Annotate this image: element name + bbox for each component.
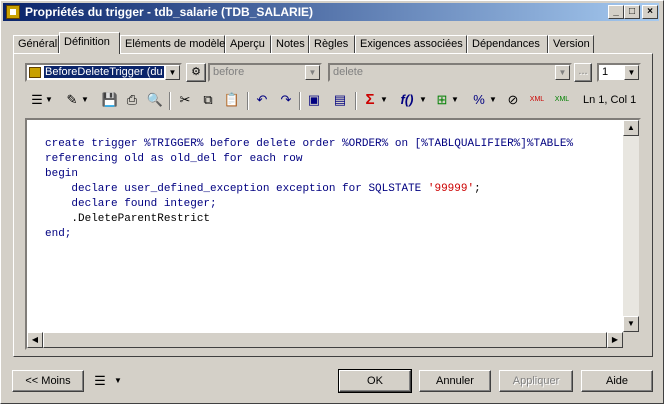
horizontal-scroll-thumb[interactable] [43, 332, 607, 348]
template-properties-icon: ⚙ [191, 66, 201, 78]
redo-icon[interactable]: ↷ [277, 91, 295, 109]
scroll-down-icon[interactable]: ▼ [623, 316, 639, 332]
code-line: declare user_defined_exception exception… [45, 182, 573, 197]
close-button[interactable]: × [642, 5, 658, 19]
variables-icon[interactable]: ⊞ [433, 91, 451, 109]
toolbar-separator [355, 92, 357, 110]
tab-model-elements[interactable]: Eléments de modèle [120, 35, 225, 53]
refresh-editor-icon[interactable]: ▤ [331, 91, 349, 109]
toolbar-separator [169, 92, 171, 110]
order-value: 1 [602, 66, 609, 78]
open-editor-icon[interactable]: ▣ [305, 91, 323, 109]
scroll-corner [623, 332, 639, 348]
scroll-up-icon[interactable]: ▲ [623, 120, 639, 136]
sum-function-icon[interactable]: Σ [361, 91, 379, 109]
apply-button[interactable]: Appliquer [499, 370, 573, 392]
function-icon[interactable]: f() [397, 91, 417, 109]
print-icon[interactable]: ⎙ [123, 91, 141, 109]
time-combo[interactable]: before ▼ [208, 63, 322, 82]
vertical-scrollbar[interactable]: ▲ ▼ [623, 120, 639, 332]
tab-general[interactable]: Général [13, 35, 59, 53]
template-value: BeforeDeleteTrigger (du [44, 66, 164, 78]
chevron-down-icon[interactable]: ▼ [489, 91, 497, 109]
scroll-right-icon[interactable]: ▶ [607, 332, 623, 348]
help-button[interactable]: Aide [581, 370, 653, 392]
chevron-down-icon[interactable]: ▼ [380, 91, 388, 109]
code-line: begin [45, 168, 79, 180]
maximize-button[interactable]: □ [624, 5, 640, 19]
code-token: declare user_defined_exception exception… [45, 183, 428, 195]
time-value: before [213, 66, 245, 78]
trigger-app-icon [6, 5, 20, 19]
title-bar[interactable]: Propriétés du trigger - tdb_salarie (TDB… [3, 3, 659, 21]
ok-button[interactable]: OK [338, 369, 412, 393]
operators-icon[interactable]: % [470, 91, 488, 109]
tab-notes[interactable]: Notes [271, 35, 309, 53]
cursor-position: Ln 1, Col 1 [583, 94, 637, 106]
chevron-down-icon[interactable]: ▼ [81, 91, 89, 109]
template-properties-button[interactable]: ⚙ [186, 63, 206, 82]
template-icon [29, 67, 41, 78]
tab-preview[interactable]: Aperçu [225, 35, 271, 53]
code-text[interactable]: create trigger %TRIGGER% before delete o… [45, 122, 573, 242]
find-icon[interactable]: 🔍 [146, 91, 164, 109]
undo-icon[interactable]: ↶ [253, 91, 271, 109]
code-line: referencing old as old_del for each row [45, 153, 303, 165]
code-token: .DeleteParentRestrict [71, 213, 211, 225]
code-line: .DeleteParentRestrict [45, 212, 573, 227]
less-button[interactable]: << Moins [12, 370, 84, 392]
horizontal-scrollbar[interactable]: ◀ ▶ [27, 332, 623, 348]
tab-associated-requirements[interactable]: Exigences associées [355, 35, 467, 53]
code-line: end; [45, 228, 72, 240]
event-ellipsis-button[interactable]: ... [574, 63, 592, 82]
chevron-down-icon[interactable]: ▼ [113, 372, 123, 390]
chevron-down-icon[interactable]: ▼ [624, 65, 639, 80]
toolbar-separator [299, 92, 301, 110]
template-combo[interactable]: BeforeDeleteTrigger (du ▼ [25, 63, 182, 82]
chevron-down-icon[interactable]: ▼ [555, 65, 570, 80]
chevron-down-icon[interactable]: ▼ [305, 65, 320, 80]
scroll-left-icon[interactable]: ◀ [27, 332, 43, 348]
chevron-down-icon[interactable]: ▼ [419, 91, 427, 109]
chevron-down-icon[interactable]: ▼ [451, 91, 459, 109]
code-editor[interactable]: create trigger %TRIGGER% before delete o… [25, 118, 641, 350]
trigger-properties-window: Propriétés du trigger - tdb_salarie (TDB… [0, 0, 664, 404]
code-line: declare found integer; [45, 198, 217, 210]
minimize-button[interactable]: _ [608, 5, 624, 19]
cut-icon[interactable]: ✂ [176, 91, 194, 109]
tab-version[interactable]: Version [548, 35, 594, 53]
paste-icon[interactable]: 📋 [223, 91, 241, 109]
chevron-down-icon[interactable]: ▼ [165, 65, 180, 80]
window-title: Propriétés du trigger - tdb_salarie (TDB… [25, 5, 314, 19]
toolbar-separator [247, 92, 249, 110]
edit-menu-icon[interactable]: ☰ [29, 91, 45, 109]
menu-icon[interactable]: ☰ [92, 372, 108, 390]
order-combo[interactable]: 1 ▼ [597, 63, 641, 82]
cancel-button[interactable]: Annuler [419, 370, 491, 392]
code-string: '99999' [427, 183, 475, 195]
copy-icon[interactable]: ⧉ [199, 91, 217, 109]
save-icon[interactable]: 💾 [101, 91, 119, 109]
event-value: delete [333, 66, 363, 78]
code-line: create trigger %TRIGGER% before delete o… [45, 138, 574, 150]
macro-icon[interactable]: ⊘ [504, 91, 522, 109]
tab-dependencies[interactable]: Dépendances [467, 35, 548, 53]
edit-with-icon[interactable]: ✎ [63, 91, 81, 109]
tab-rules[interactable]: Règles [309, 35, 355, 53]
xml-icon[interactable]: XML [528, 91, 546, 109]
chevron-down-icon[interactable]: ▼ [45, 91, 53, 109]
event-combo[interactable]: delete ▼ [328, 63, 572, 82]
xml-validate-icon[interactable]: XML [553, 91, 571, 109]
tab-definition[interactable]: Définition [59, 32, 120, 54]
code-token: ; [474, 183, 481, 195]
